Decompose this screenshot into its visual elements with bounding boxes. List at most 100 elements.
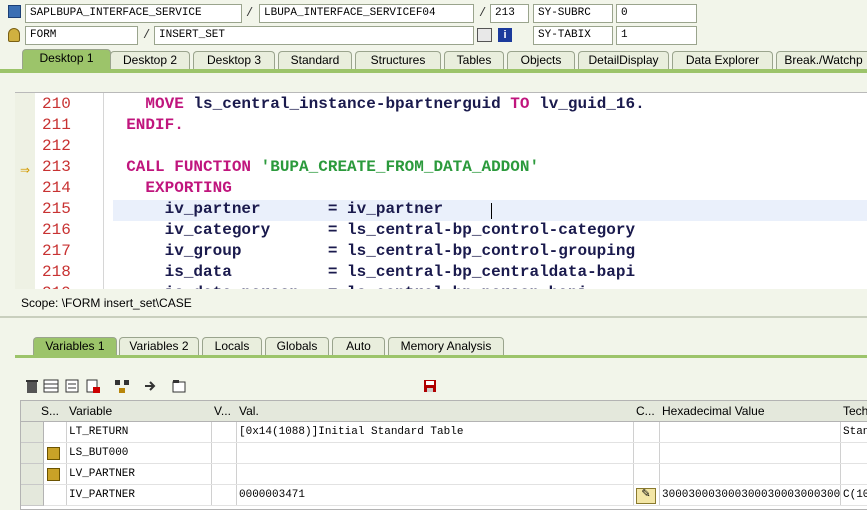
variable-tech-cell[interactable] xyxy=(840,443,867,464)
variable-change-cell[interactable] xyxy=(633,443,660,464)
info-icon[interactable]: i xyxy=(498,28,512,42)
pane-divider[interactable] xyxy=(0,316,867,318)
code-line[interactable]: 212 xyxy=(15,136,867,157)
tab-tables[interactable]: Tables xyxy=(444,51,504,70)
variable-change-cell[interactable] xyxy=(633,422,660,443)
code-line[interactable]: 215 iv_partner = iv_partner xyxy=(15,199,867,220)
sysfield-value-2[interactable]: 1 xyxy=(616,26,697,45)
tab-locals[interactable]: Locals xyxy=(202,337,262,356)
tab-breakpoints[interactable]: Break./Watchp xyxy=(776,51,867,70)
tab-objects[interactable]: Objects xyxy=(507,51,575,70)
table-icon[interactable] xyxy=(477,28,492,42)
line-field[interactable]: 213 xyxy=(490,4,529,23)
tab-standard[interactable]: Standard xyxy=(278,51,352,70)
save-icon[interactable] xyxy=(422,378,438,394)
variable-value-cell[interactable]: [0x14(1088)]Initial Standard Table xyxy=(236,422,634,443)
tab-data-explorer[interactable]: Data Explorer xyxy=(672,51,773,70)
code-text: iv_category = ls_central-bp_control-cate… xyxy=(107,221,636,239)
variable-hex-cell[interactable] xyxy=(659,443,841,464)
row-selector[interactable] xyxy=(21,443,44,464)
col-header-hex[interactable]: Hexadecimal Value xyxy=(659,401,841,422)
delete-icon[interactable] xyxy=(24,378,40,394)
variable-name-cell[interactable]: LS_BUT000 xyxy=(66,443,212,464)
tab-desktop-1[interactable]: Desktop 1 xyxy=(22,49,111,70)
event-name-field[interactable]: INSERT_SET xyxy=(154,26,474,45)
col-header-c[interactable]: C... xyxy=(633,401,660,422)
text-cursor xyxy=(491,203,492,219)
col-header-value[interactable]: Val. xyxy=(236,401,634,422)
col-header-status[interactable]: S... xyxy=(21,401,67,422)
folder-icon[interactable] xyxy=(171,378,187,394)
tab-detail-display[interactable]: DetailDisplay xyxy=(578,51,669,70)
code-line[interactable]: 213 CALL FUNCTION 'BUPA_CREATE_FROM_DATA… xyxy=(15,157,867,178)
variable-change-cell[interactable] xyxy=(633,464,660,485)
variable-hex-cell[interactable]: 30003000300030003000300030003000... xyxy=(659,485,841,506)
separator: / xyxy=(246,6,254,20)
code-line[interactable]: 211 ENDIF. xyxy=(15,115,867,136)
row-status-cell[interactable] xyxy=(44,422,67,443)
tab-variables-1[interactable]: Variables 1 xyxy=(33,337,117,356)
tab-auto[interactable]: Auto xyxy=(332,337,385,356)
code-line[interactable]: 210 MOVE ls_central_instance-bpartnergui… xyxy=(15,94,867,115)
variable-name-cell[interactable]: LV_PARTNER xyxy=(66,464,212,485)
variable-tech-cell[interactable]: Stand xyxy=(840,422,867,443)
variable-v-cell[interactable] xyxy=(211,485,237,506)
include-field[interactable]: LBUPA_INTERFACE_SERVICEF04 xyxy=(259,4,474,23)
variable-v-cell[interactable] xyxy=(211,443,237,464)
line-number: 219 xyxy=(42,283,96,289)
line-number: 217 xyxy=(42,242,71,260)
tab-desktop-3[interactable]: Desktop 3 xyxy=(193,51,275,70)
source-editor[interactable]: 210 MOVE ls_central_instance-bpartnergui… xyxy=(15,92,867,289)
edit-pencil-icon[interactable]: ✎ xyxy=(636,488,656,504)
program-field[interactable]: SAPLBUPA_INTERFACE_SERVICE xyxy=(25,4,242,23)
line-number: 210 xyxy=(42,95,71,113)
tab-globals[interactable]: Globals xyxy=(265,337,329,356)
code-line[interactable]: 219 is_data_person = ls_central-bp_perso… xyxy=(15,283,867,289)
export-icon[interactable] xyxy=(85,378,101,394)
row-status-cell[interactable] xyxy=(44,464,67,485)
row-status-cell[interactable] xyxy=(44,443,67,464)
col-header-v[interactable]: V... xyxy=(211,401,237,422)
row-selector[interactable] xyxy=(21,422,44,443)
tab-structures[interactable]: Structures xyxy=(355,51,441,70)
scope-label: Scope: \FORM insert_set\CASE xyxy=(21,296,192,310)
variable-change-cell[interactable]: ✎ xyxy=(633,485,660,506)
code-text: CALL FUNCTION 'BUPA_CREATE_FROM_DATA_ADD… xyxy=(107,158,540,176)
variable-hex-cell[interactable] xyxy=(659,422,841,443)
hierarchy-icon[interactable] xyxy=(114,378,130,394)
table-view-icon[interactable] xyxy=(43,378,59,394)
col-header-variable[interactable]: Variable xyxy=(66,401,212,422)
variable-name-cell[interactable]: LT_RETURN xyxy=(66,422,212,443)
code-line[interactable]: 217 iv_group = ls_central-bp_control-gro… xyxy=(15,241,867,262)
sort-icon[interactable] xyxy=(64,378,80,394)
struct-icon[interactable] xyxy=(47,468,60,481)
variable-value-cell[interactable] xyxy=(236,464,634,485)
tab-memory-analysis[interactable]: Memory Analysis xyxy=(388,337,504,356)
variable-tech-cell[interactable]: C(10 xyxy=(840,485,867,506)
variable-value-cell[interactable]: 0000003471 xyxy=(236,485,634,506)
struct-icon[interactable] xyxy=(47,447,60,460)
variable-v-cell[interactable] xyxy=(211,422,237,443)
row-selector[interactable] xyxy=(21,464,44,485)
event-type-field[interactable]: FORM xyxy=(25,26,138,45)
variable-name-cell[interactable]: IV_PARTNER xyxy=(66,485,212,506)
variables-table[interactable]: S... Variable V... Val. C... Hexadecimal… xyxy=(20,400,867,510)
variable-v-cell[interactable] xyxy=(211,464,237,485)
desktop-tabs: Desktop 1 Desktop 2 Desktop 3 Standard S… xyxy=(0,49,867,71)
sysfield-value[interactable]: 0 xyxy=(616,4,697,23)
current-statement-arrow-icon: ⇒ xyxy=(20,163,31,177)
navigate-icon[interactable] xyxy=(143,378,159,394)
variable-value-cell[interactable] xyxy=(236,443,634,464)
col-header-tech[interactable]: Tech xyxy=(840,401,867,422)
tab-variables-2[interactable]: Variables 2 xyxy=(119,337,199,356)
code-line[interactable]: 216 iv_category = ls_central-bp_control-… xyxy=(15,220,867,241)
row-selector[interactable] xyxy=(21,485,44,506)
line-number: 212 xyxy=(42,137,71,155)
code-line[interactable]: 214 EXPORTING xyxy=(15,178,867,199)
variable-tech-cell[interactable] xyxy=(840,464,867,485)
tab-desktop-2[interactable]: Desktop 2 xyxy=(110,51,190,70)
variable-hex-cell[interactable] xyxy=(659,464,841,485)
code-line[interactable]: 218 is_data = ls_central-bp_centraldata-… xyxy=(15,262,867,283)
sysfield-label: SY-SUBRC xyxy=(533,4,613,23)
row-status-cell[interactable] xyxy=(44,485,67,506)
